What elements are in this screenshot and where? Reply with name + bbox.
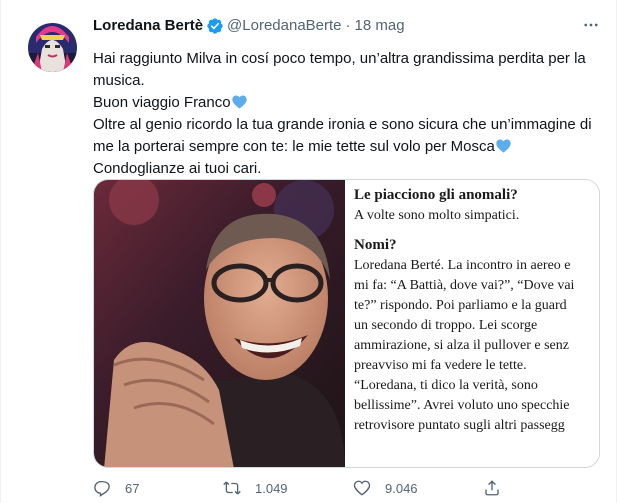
- article-line: un secondo di troppo. Lei scorge: [354, 318, 538, 333]
- reply-icon: [94, 480, 110, 497]
- tweet-line-text: me la porterai sempre con te: le mie tet…: [93, 138, 495, 155]
- tweet-line-text: Buon viaggio Franco: [93, 94, 231, 111]
- article-question: Le piacciono gli anomali?: [354, 187, 518, 203]
- retweet-icon: [223, 481, 241, 495]
- reply-count: 67: [125, 480, 140, 496]
- header-separator: ·: [345, 17, 351, 34]
- media-photo[interactable]: [94, 180, 345, 467]
- retweet-count: 1.049: [255, 480, 288, 496]
- author-handle[interactable]: @LoredanaBerte: [227, 16, 341, 36]
- reply-button[interactable]: 67: [93, 477, 223, 499]
- more-options-icon[interactable]: [580, 14, 602, 36]
- article-line: retrovisore puntato sugli altri passegg: [354, 418, 565, 433]
- avatar[interactable]: [28, 23, 77, 72]
- article-clipping: Le piacciono gli anomali? A volte sono m…: [354, 184, 599, 466]
- share-button[interactable]: [483, 477, 613, 499]
- article-answer: A volte sono molto simpatici.: [354, 208, 520, 223]
- tweet-line: musica.: [93, 72, 145, 89]
- author-name[interactable]: Loredana Bertè: [93, 16, 203, 36]
- tweet[interactable]: Loredana Bertè @LoredanaBerte · 18 mag H…: [0, 0, 617, 503]
- tweet-date[interactable]: 18 mag: [355, 16, 405, 36]
- share-icon: [485, 480, 499, 496]
- tweet-text: Hai raggiunto Milva in cosí poco tempo, …: [93, 48, 603, 180]
- tweet-line: Hai raggiunto Milva in cosí poco tempo, …: [93, 50, 586, 67]
- article-line: ammirazione, si alza il pullover e senz: [354, 338, 569, 353]
- article-line: mi fa: “A Battià, dove vai?”, “Dove vai: [354, 278, 575, 293]
- article-line: te?” rispondo. Poi parliamo e la guard: [354, 298, 567, 313]
- tweet-header: Loredana Bertè @LoredanaBerte · 18 mag: [93, 16, 405, 36]
- article-question: Nomi?: [354, 237, 397, 253]
- blue-heart-icon: [231, 94, 247, 109]
- tweet-line: Buon viaggio Franco: [93, 92, 603, 114]
- tweet-actions: 67 1.049 9.046: [93, 477, 613, 499]
- tweet-line: me la porterai sempre con te: le mie tet…: [93, 136, 603, 158]
- like-count: 9.046: [385, 480, 418, 496]
- article-line: Loredana Berté. La incontro in aereo e: [354, 258, 571, 273]
- article-line: preavviso mi fa vedere le tette.: [354, 358, 527, 373]
- article-line: bellissime”. Avrei voluto uno specchie: [354, 398, 570, 413]
- verified-badge-icon: [206, 17, 224, 35]
- blue-heart-icon: [496, 138, 511, 153]
- tweet-media[interactable]: Le piacciono gli anomali? A volte sono m…: [93, 179, 600, 468]
- like-icon: [353, 480, 371, 496]
- retweet-button[interactable]: 1.049: [223, 477, 353, 499]
- tweet-line: Oltre al genio ricordo la tua grande iro…: [93, 116, 592, 133]
- like-button[interactable]: 9.046: [353, 477, 483, 499]
- tweet-line: Condoglianze ai tuoi cari.: [93, 160, 262, 177]
- article-line: “Loredana, ti dico la verità, sono: [354, 378, 538, 393]
